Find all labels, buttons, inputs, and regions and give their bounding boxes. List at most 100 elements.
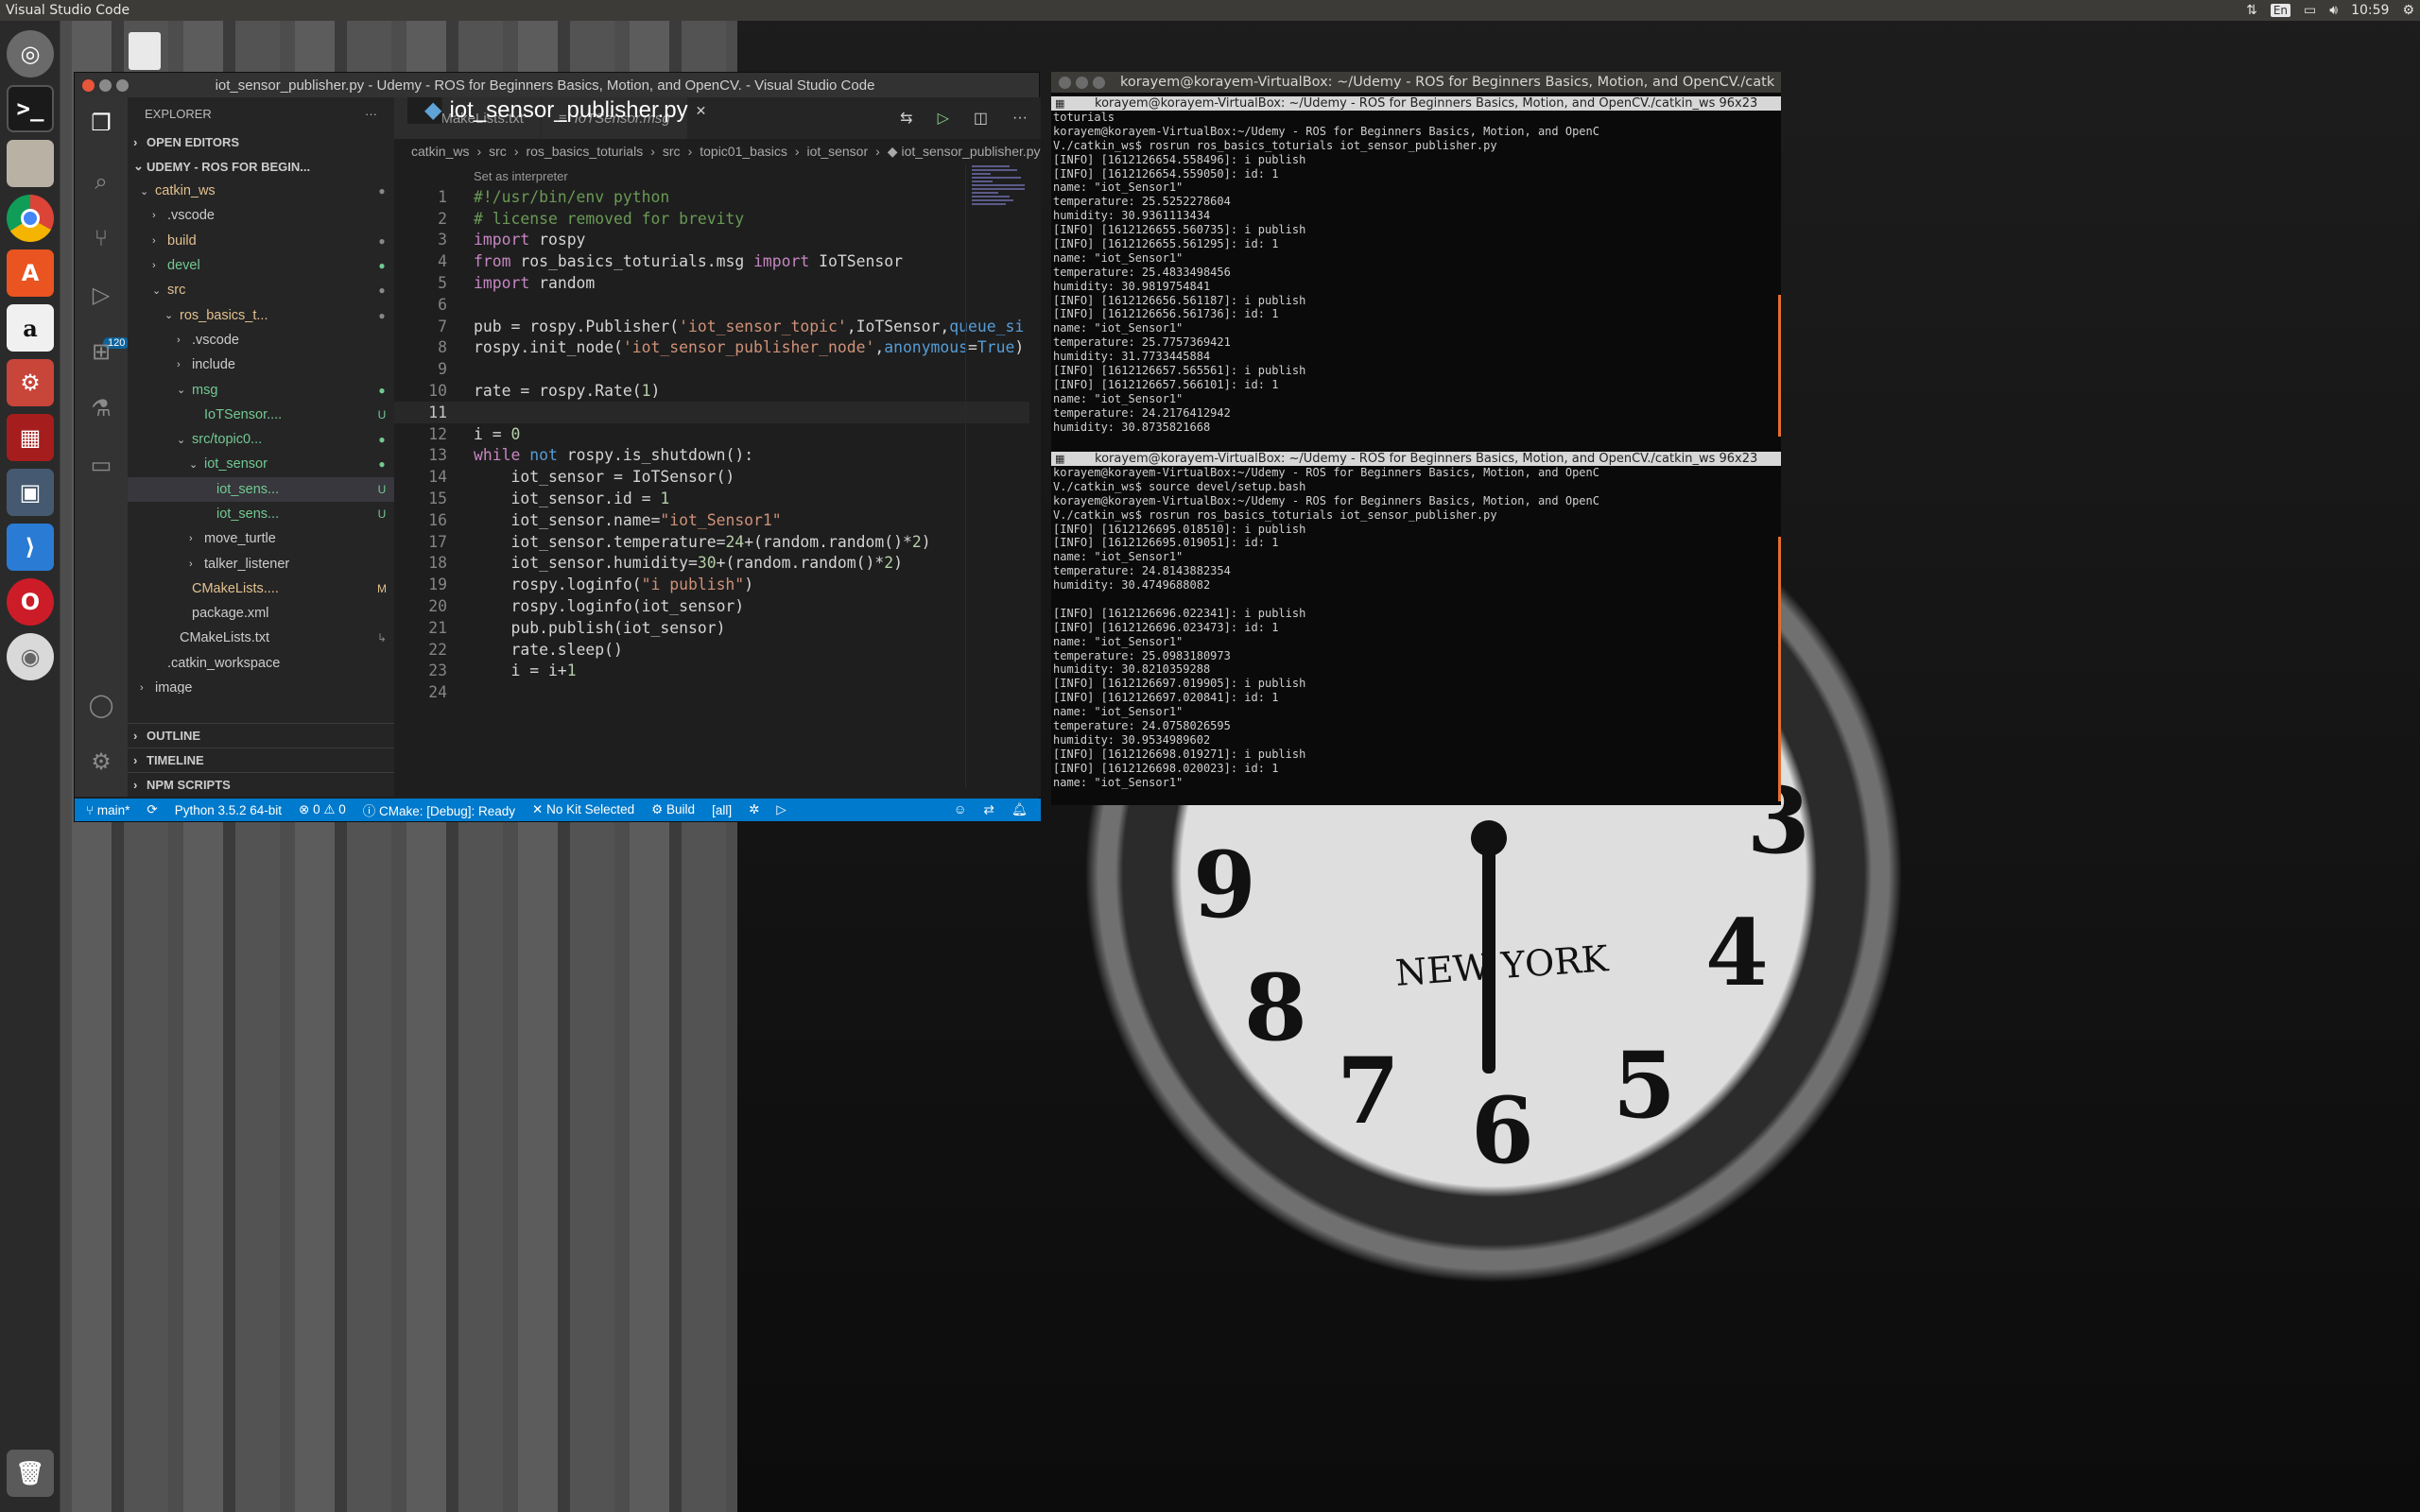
close-tab-icon[interactable]: ✕: [696, 97, 707, 124]
settings-icon[interactable]: ⚙: [7, 359, 54, 406]
minimap[interactable]: [965, 163, 1035, 787]
run-python-file-icon[interactable]: ▷: [938, 109, 949, 128]
account-icon[interactable]: ◯: [88, 693, 114, 719]
explorer-icon[interactable]: ❐: [88, 111, 114, 137]
terminal-line: [INFO] [1612126657.565561]: i publish: [1053, 364, 1306, 378]
open-editors-section[interactable]: › OPEN EDITORS: [128, 129, 394, 154]
amazon-icon[interactable]: a: [7, 304, 54, 352]
breadcrumb-item[interactable]: catkin_ws: [411, 144, 469, 159]
terminal-pane-top[interactable]: ▦ korayem@korayem-VirtualBox: ~/Udemy - R…: [1051, 96, 1781, 434]
gear-icon[interactable]: ⚙: [2402, 3, 2414, 18]
tree-item[interactable]: CMakeLists.txt ↳: [128, 626, 394, 650]
tree-item[interactable]: › include: [128, 352, 394, 377]
tree-item[interactable]: iot_sens... U: [128, 502, 394, 526]
extensions-icon[interactable]: ⊞: [88, 339, 114, 366]
terminal-scrollbar[interactable]: [1778, 537, 1781, 801]
notifications-bell-icon[interactable]: 🔔︎: [1011, 802, 1028, 817]
open-changes-icon[interactable]: ⇆: [900, 109, 912, 128]
close-window-button[interactable]: [82, 78, 95, 92]
tree-item[interactable]: ⌄ msg ●: [128, 377, 394, 402]
terminal-scrollbar[interactable]: [1778, 295, 1781, 437]
ubuntu-dash-icon[interactable]: ◎: [7, 30, 54, 77]
tree-item[interactable]: iot_sens... U: [128, 476, 394, 502]
file-cabinet-icon[interactable]: [7, 140, 54, 187]
debug-icon[interactable]: ✲: [749, 802, 759, 817]
feedback-icon[interactable]: ☺: [954, 802, 967, 817]
minimize-window-button[interactable]: [99, 78, 112, 92]
tree-item[interactable]: › build ●: [128, 229, 394, 253]
npm-scripts-section[interactable]: › NPM SCRIPTS: [128, 772, 394, 797]
more-actions-icon[interactable]: ···: [1012, 110, 1028, 127]
timeline-section[interactable]: › TIMELINE: [128, 747, 394, 772]
kit-status[interactable]: ✕ No Kit Selected: [532, 802, 634, 817]
build-target[interactable]: [all]: [712, 803, 732, 817]
chrome-icon[interactable]: [7, 195, 54, 242]
terminal-icon[interactable]: >_: [7, 85, 54, 132]
search-icon[interactable]: ⌕: [88, 169, 114, 196]
network-arrows-icon[interactable]: ⇅: [2246, 3, 2257, 18]
tree-item-label: iot_sensor: [204, 456, 268, 472]
tree-item[interactable]: › talker_listener: [128, 551, 394, 576]
breadcrumb-item[interactable]: src: [489, 144, 507, 159]
chevron-down-icon: ⌄: [177, 434, 186, 446]
dvd-drive-icon[interactable]: ◉: [7, 633, 54, 680]
tree-item[interactable]: .catkin_workspace: [128, 651, 394, 676]
tab-iot-sensor-publisher[interactable]: ◆ iot_sensor_publisher.py ✕: [407, 97, 706, 124]
tree-item[interactable]: ⌄ src/topic0... ●: [128, 427, 394, 452]
tree-item[interactable]: ⌄ src ●: [128, 278, 394, 302]
maximize-window-button[interactable]: [1093, 76, 1105, 89]
opera-icon[interactable]: O: [7, 578, 54, 626]
split-editor-icon[interactable]: ◫: [974, 109, 988, 128]
remote-explorer-icon[interactable]: ▭: [88, 453, 114, 479]
breadcrumb-item[interactable]: ros_basics_toturials: [526, 144, 643, 159]
screenshot-app-icon[interactable]: ▦: [7, 414, 54, 461]
build-button[interactable]: ⚙ Build: [651, 802, 695, 817]
breadcrumb-item[interactable]: ◆ iot_sensor_publisher.py: [888, 144, 1041, 160]
outline-section[interactable]: › OUTLINE: [128, 723, 394, 747]
run-debug-icon[interactable]: ▷: [88, 283, 114, 309]
software-center-icon[interactable]: A: [7, 249, 54, 297]
codelens-set-interpreter[interactable]: Set as interpreter: [394, 169, 1029, 186]
tree-item[interactable]: ⌄ ros_basics_t... ●: [128, 302, 394, 327]
python-interpreter-status[interactable]: Python 3.5.2 64-bit: [175, 803, 282, 817]
breadcrumb-item[interactable]: src: [663, 144, 681, 159]
branch-status[interactable]: ⑂ main*: [86, 803, 130, 817]
tree-item[interactable]: › .vscode: [128, 203, 394, 228]
tree-item[interactable]: CMakeLists.... M: [128, 576, 394, 601]
launch-icon[interactable]: ▷: [776, 802, 786, 817]
maximize-window-button[interactable]: [116, 78, 129, 92]
tree-item[interactable]: › .vscode: [128, 328, 394, 352]
sync-icon[interactable]: ⟳: [147, 802, 157, 817]
tree-item-label: .vscode: [167, 208, 215, 224]
minimize-window-button[interactable]: [1076, 76, 1088, 89]
terminal-pane-bottom[interactable]: ▦ korayem@korayem-VirtualBox: ~/Udemy - R…: [1051, 452, 1781, 789]
git-status: ●: [378, 233, 386, 248]
tree-item[interactable]: package.xml: [128, 601, 394, 626]
problems-status[interactable]: ⊗ 0 ⚠ 0: [299, 802, 346, 817]
battery-icon[interactable]: ▭: [2304, 3, 2316, 18]
tree-item[interactable]: IoTSensor.... U: [128, 403, 394, 427]
desktop-file-icon[interactable]: [129, 32, 161, 70]
breadcrumb-item[interactable]: iot_sensor: [807, 144, 869, 159]
virtualbox-icon[interactable]: ▣: [7, 469, 54, 516]
manage-gear-icon[interactable]: ⚙: [88, 749, 114, 776]
close-window-button[interactable]: [1059, 76, 1071, 89]
tree-item[interactable]: ⌄ catkin_ws ●: [128, 179, 394, 203]
vscode-icon[interactable]: ⟩: [7, 524, 54, 571]
tree-item[interactable]: › move_turtle: [128, 526, 394, 551]
source-control-icon[interactable]: ⑂: [88, 226, 114, 252]
remote-icon[interactable]: ⇄: [984, 802, 994, 817]
testing-icon[interactable]: ⚗: [88, 396, 114, 422]
trash-icon[interactable]: 🗑︎: [7, 1450, 54, 1497]
keyboard-layout-indicator[interactable]: En: [2270, 4, 2291, 17]
cmake-status[interactable]: ⓘ CMake: [Debug]: Ready: [363, 800, 515, 819]
breadcrumb-item[interactable]: topic01_basics: [700, 144, 787, 159]
volume-icon[interactable]: 🔊︎: [2329, 3, 2338, 18]
tree-item[interactable]: › image: [128, 676, 394, 694]
tree-item[interactable]: › devel ●: [128, 253, 394, 278]
code-editor[interactable]: Set as interpreter 1 #!/usr/bin/env pytho…: [394, 169, 1029, 703]
tree-item[interactable]: ⌄ iot_sensor ●: [128, 452, 394, 476]
workspace-section[interactable]: ⌄ UDEMY - ROS FOR BEGIN...: [128, 154, 394, 179]
clock-time[interactable]: 10:59: [2351, 3, 2389, 18]
explorer-more-button[interactable]: ···: [365, 107, 377, 121]
